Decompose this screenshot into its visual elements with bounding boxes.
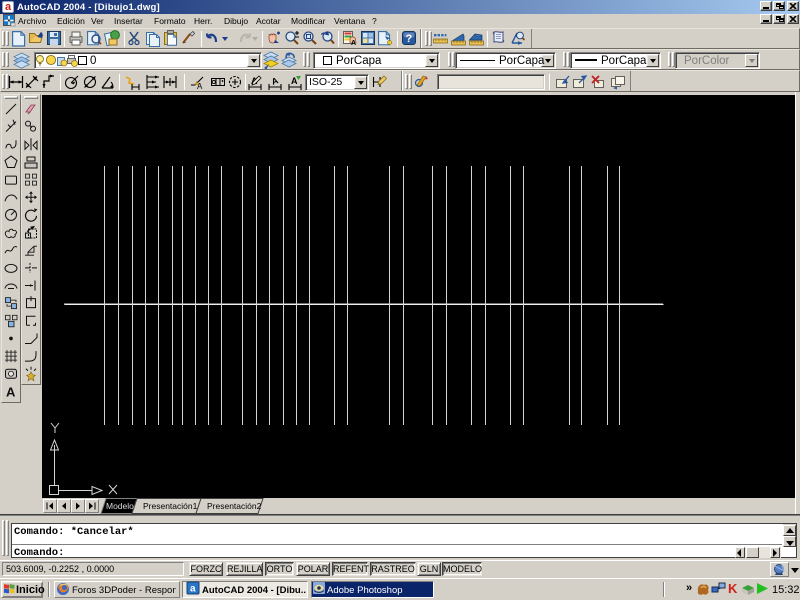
svg-text:Modelo: Modelo [106,501,134,511]
svg-text:Presentación1: Presentación1 [143,501,198,511]
svg-text:A: A [6,384,16,399]
svg-text:A: A [270,75,280,87]
svg-text:Presentación2: Presentación2 [207,501,262,511]
svg-text:A: A [197,82,203,91]
svg-text:A: A [351,40,356,47]
